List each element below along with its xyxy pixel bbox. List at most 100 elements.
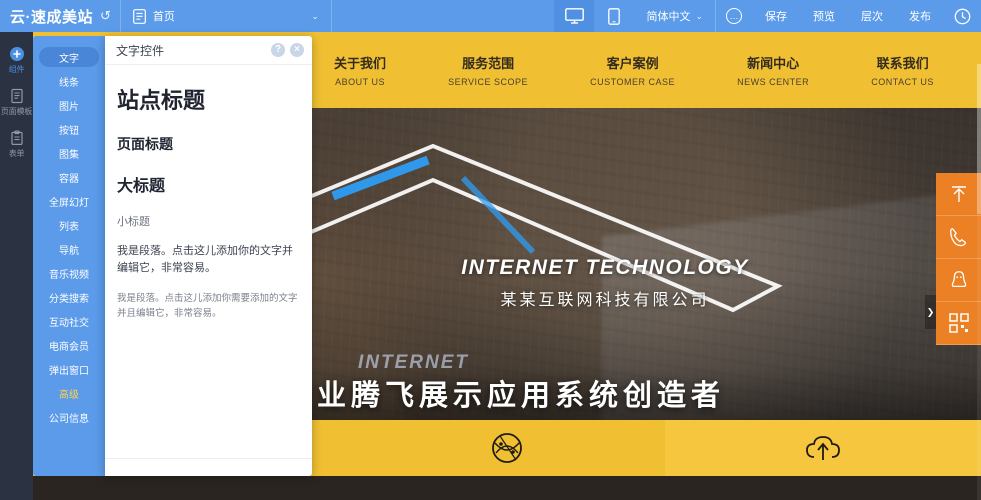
category-item-gallery[interactable]: 图集 [39,143,99,163]
floating-widget-bar: ❯ [925,173,981,345]
sidebar-item-page-template[interactable]: 页面模板 [0,82,33,124]
desktop-icon [565,8,584,24]
preview-button[interactable]: 预览 [800,0,848,32]
category-item-text[interactable]: 文字 [39,47,99,67]
close-icon[interactable]: × [290,43,304,57]
device-switcher [554,0,634,32]
app-logo[interactable]: 云·速成美站 ↺ [0,0,120,32]
category-item-category-search[interactable]: 分类搜索 [39,287,99,307]
left-rail: 组件 页面模板 表单 [0,32,33,500]
back-to-top-icon [951,186,966,202]
nav-label-cn: 联系我们 [876,56,929,71]
panel-body: 站点标题 页面标题 大标题 小标题 我是段落。点击这儿添加你的文字并编辑它，非常… [105,65,312,458]
category-item-popup[interactable]: 弹出窗口 [39,359,99,379]
history-button[interactable] [944,0,981,32]
scrollbar-thumb[interactable] [977,64,981,214]
text-widget-panel: 文字控件 ? × 站点标题 页面标题 大标题 小标题 我是段落。点击这儿添加你的… [105,36,312,476]
help-icon[interactable]: ? [271,43,285,57]
qrcode-icon [948,313,969,333]
category-item-line[interactable]: 线条 [39,71,99,91]
category-item-image[interactable]: 图片 [39,95,99,115]
widget-collapse-toggle[interactable]: ❯ [925,295,936,329]
publish-button[interactable]: 发布 [896,0,944,32]
more-options-button[interactable]: … [716,0,752,32]
feature-cell-2[interactable] [349,420,665,476]
component-category-list: 文字 线条 图片 按钮 图集 容器 全屏幻灯 列表 导航 音乐视频 分类搜索 互… [33,36,105,476]
layers-button[interactable]: 层次 [848,0,896,32]
feature-cell-3[interactable] [665,420,981,476]
phone-icon [949,228,966,247]
page-icon [133,8,146,24]
panel-footer [105,458,312,476]
page-selector-label: 首页 [152,11,175,23]
hero-chinese-title: 某某互联网科技有限公司 [500,292,710,309]
text-sample-big-title[interactable]: 大标题 [117,168,300,208]
nav-label-en: CUSTOMER CASE [590,77,675,87]
category-item-fullscreen-slide[interactable]: 全屏幻灯 [39,191,99,211]
category-item-button[interactable]: 按钮 [39,119,99,139]
language-selector[interactable]: 简体中文 ⌄ [634,0,715,32]
nav-label-en: CONTACT US [871,77,934,87]
sidebar-label-components: 组件 [8,65,25,74]
nav-item-about[interactable]: 关于我们 ABOUT US [334,53,386,87]
category-item-container[interactable]: 容器 [39,167,99,187]
nav-item-service[interactable]: 服务范围 SERVICE SCOPE [448,53,528,87]
sidebar-label-page-template: 页面模板 [0,107,33,117]
hero-english-title: INTERNET TECHNOLOGY [461,256,749,279]
sidebar-label-form: 表单 [8,149,25,159]
category-item-advanced[interactable]: 高级 [39,383,99,403]
text-sample-paragraph-2[interactable]: 我是段落。点击这儿添加你需要添加的文字并且编辑它，非常容易。 [117,292,300,321]
panel-title: 文字控件 [116,43,165,58]
nav-item-contact[interactable]: 联系我们 CONTACT US [871,53,934,87]
nav-item-news[interactable]: 新闻中心 NEWS CENTER [737,53,809,87]
mobile-view-button[interactable] [594,0,634,32]
chevron-down-icon: ⌄ [695,10,703,21]
language-label: 简体中文 [646,11,691,23]
document-icon [10,89,23,104]
nav-label-en: NEWS CENTER [737,77,810,87]
nav-label-cn: 服务范围 [462,56,515,71]
qrcode-button[interactable] [936,302,981,345]
text-sample-small-title[interactable]: 小标题 [117,210,300,241]
desktop-view-button[interactable] [554,0,595,32]
more-icon: … [726,8,742,24]
chevron-down-icon: ⌄ [311,10,319,21]
canvas-scrollbar[interactable] [977,64,981,500]
hero-watermark-text: INTERNET [358,352,469,373]
qq-button[interactable] [936,259,981,302]
nav-item-customer-case[interactable]: 客户案例 CUSTOMER CASE [590,53,675,87]
category-item-navigation[interactable]: 导航 [39,239,99,259]
nav-label-cn: 客户案例 [606,56,659,71]
text-sample-site-title[interactable]: 站点标题 [117,77,300,128]
phone-button[interactable] [936,216,981,259]
category-item-social[interactable]: 互动社交 [39,311,99,331]
category-item-list[interactable]: 列表 [39,215,99,235]
category-item-music-video[interactable]: 音乐视频 [39,263,99,283]
history-icon [954,8,971,24]
undo-icon[interactable]: ↺ [100,8,111,24]
hero-subtitle-block: INTERNET TECHNOLOGY 某某互联网科技有限公司 [275,256,935,310]
qq-icon [951,271,966,288]
toolbar-actions: … 保存 预览 层次 发布 [716,0,981,32]
back-to-top-button[interactable] [936,173,981,216]
mobile-icon [608,7,621,25]
nav-label-cn: 新闻中心 [747,56,800,71]
save-button[interactable]: 保存 [752,0,800,32]
text-sample-paragraph-1[interactable]: 我是段落。点击这儿添加你的文字并编辑它，非常容易。 [117,243,300,290]
nav-label-en: SERVICE SCOPE [448,77,529,87]
app-logo-text: 云·速成美站 [10,8,93,26]
top-toolbar: 云·速成美站 ↺ 首页 ⌄ 简体中文 ⌄ … 保存 预览 层次 发布 [0,0,981,32]
sidebar-item-components[interactable]: 组件 [0,40,33,82]
text-sample-page-title[interactable]: 页面标题 [117,130,300,166]
page-selector[interactable]: 首页 ⌄ [120,0,331,32]
site-nav: 关于我们 ABOUT US 服务范围 SERVICE SCOPE 客户案例 CU… [303,53,981,87]
panel-header: 文字控件 ? × [105,36,312,65]
divider [330,0,332,32]
category-item-ecommerce[interactable]: 电商会员 [39,335,99,355]
clipboard-icon [10,130,23,146]
nav-label-cn: 关于我们 [334,56,387,71]
category-item-company-info[interactable]: 公司信息 [39,407,99,427]
hero-headline: 企业腾飞展示应用系统创造者 [283,380,726,412]
cloud-upload-icon [806,436,840,460]
sidebar-item-form[interactable]: 表单 [0,124,33,166]
